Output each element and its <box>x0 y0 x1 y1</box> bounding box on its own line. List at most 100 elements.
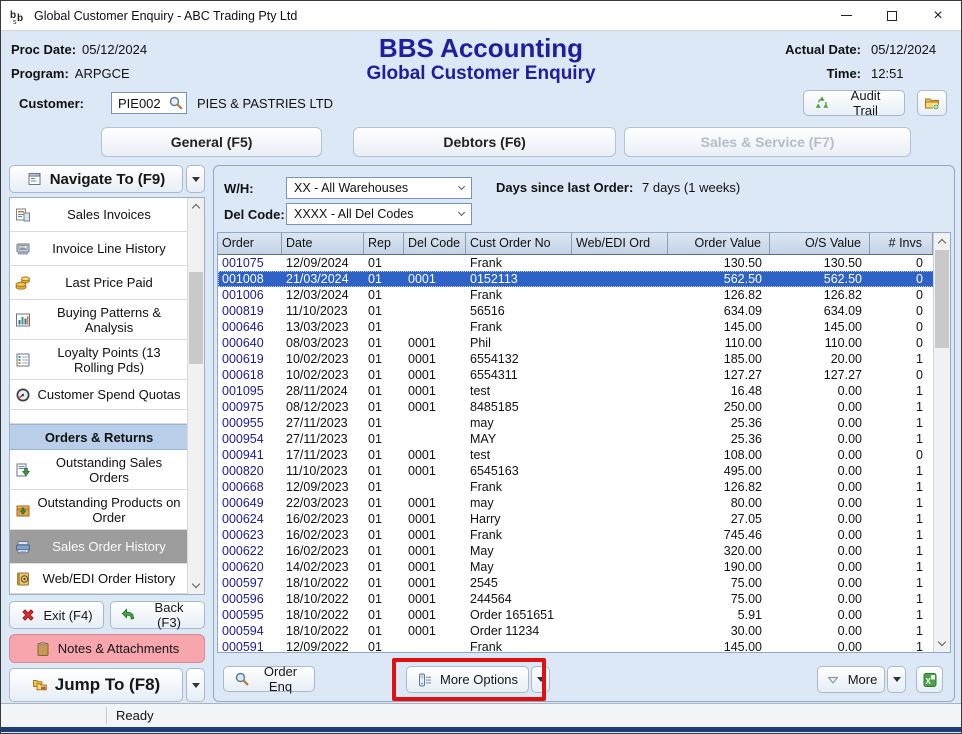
table-cell: 01 <box>364 287 404 303</box>
sidebar-scrollbar[interactable] <box>187 198 204 594</box>
table-row[interactable]: 00107512/09/202401Frank130.50130.500 <box>218 255 950 271</box>
exit-button[interactable]: Exit (F4) <box>9 601 104 629</box>
column-header-os-value[interactable]: O/S Value <box>770 233 870 254</box>
column-header-num-invs[interactable]: # Invs <box>870 233 933 254</box>
search-icon[interactable] <box>168 95 184 111</box>
table-row[interactable]: 00059618/10/202201000124456475.000.001 <box>218 591 950 607</box>
table-row[interactable]: 00095527/11/202301may25.360.001 <box>218 415 950 431</box>
table-cell <box>404 287 466 303</box>
sidebar-item-buying-patterns-analysis[interactable]: Buying Patterns & Analysis <box>10 300 188 340</box>
scrollbar-thumb[interactable] <box>189 272 203 364</box>
table-cell: 0.00 <box>770 399 870 415</box>
minimize-button[interactable] <box>823 1 869 31</box>
sidebar-item-sales-invoices[interactable]: Sales Invoices <box>10 198 188 232</box>
table-row[interactable]: 00059518/10/2022010001Order 16516515.910… <box>218 607 950 623</box>
sidebar-item-customer-spend-quotas[interactable]: Customer Spend Quotas <box>10 380 188 410</box>
sidebar-item-outstanding-products-on-order[interactable]: Outstanding Products on Order <box>10 490 188 530</box>
table-row[interactable]: 00066812/09/202301Frank126.820.001 <box>218 479 950 495</box>
sidebar-item-invoice-line-history[interactable]: Invoice Line History <box>10 232 188 266</box>
jump-to-button[interactable]: Jump To (F8) <box>9 668 183 702</box>
column-header-rep[interactable]: Rep <box>364 233 404 254</box>
table-cell: 30.00 <box>668 623 770 639</box>
back-button[interactable]: Back (F3) <box>110 601 205 629</box>
table-row[interactable]: 00081911/10/20230156516634.09634.090 <box>218 303 950 319</box>
column-header-date[interactable]: Date <box>282 233 364 254</box>
tab-sales-service[interactable]: Sales & Service (F7) <box>624 127 911 157</box>
table-row[interactable]: 00062416/02/2023010001Harry27.050.001 <box>218 511 950 527</box>
table-row[interactable]: 00095427/11/202301MAY25.360.001 <box>218 431 950 447</box>
sidebar-item-label: Customer Spend Quotas <box>37 387 180 402</box>
table-row[interactable]: 00059418/10/2022010001Order 1123430.000.… <box>218 623 950 639</box>
order-enq-button[interactable]: Order Enq <box>223 666 315 692</box>
new-attachment-button[interactable] <box>917 90 947 116</box>
table-cell <box>572 399 668 415</box>
navigate-to-button[interactable]: Navigate To (F9) <box>9 165 183 193</box>
table-row[interactable]: 00061810/02/20230100016554311127.27127.2… <box>218 367 950 383</box>
column-header-del-code[interactable]: Del Code <box>404 233 466 254</box>
customer-input[interactable]: PIE002 <box>111 92 187 114</box>
maximize-button[interactable] <box>869 1 915 31</box>
scroll-up-icon[interactable] <box>934 233 950 249</box>
audit-trail-button[interactable]: Audit Trail <box>803 90 905 116</box>
table-row[interactable]: 00059718/10/2022010001254575.000.001 <box>218 575 950 591</box>
table-cell: Frank <box>466 527 572 543</box>
scroll-down-icon[interactable] <box>934 636 950 652</box>
table-row[interactable]: 00062216/02/2023010001May320.000.001 <box>218 543 950 559</box>
table-row[interactable]: 00064008/03/2023010001Phil110.00110.000 <box>218 335 950 351</box>
close-button[interactable]: × <box>915 1 961 31</box>
column-header-cust-order-no[interactable]: Cust Order No <box>466 233 572 254</box>
warehouse-select[interactable]: XX - All Warehouses <box>286 177 472 199</box>
column-header-web-edi-ord[interactable]: Web/EDI Ord <box>572 233 668 254</box>
table-cell: Order 1651651 <box>466 607 572 623</box>
table-cell: 1 <box>870 351 933 367</box>
tab-debtors[interactable]: Debtors (F6) <box>353 127 616 157</box>
jump-dropdown-button[interactable] <box>186 668 205 702</box>
table-row[interactable]: 00062316/02/2023010001Frank745.460.001 <box>218 527 950 543</box>
sidebar-item-web-edi-order-history[interactable]: Web/EDI Order History <box>10 564 188 594</box>
scrollbar-thumb[interactable] <box>935 250 949 348</box>
table-cell <box>572 575 668 591</box>
more-options-dropdown-button[interactable] <box>531 666 550 693</box>
column-header-order[interactable]: Order <box>218 233 282 254</box>
table-cell: 1 <box>870 399 933 415</box>
sidebar-item-loyalty-points[interactable]: Loyalty Points (13 Rolling Pds) <box>10 340 188 380</box>
table-cell <box>572 383 668 399</box>
days-since-label: Days since last Order: <box>496 180 633 195</box>
table-row[interactable]: 00100612/03/202401Frank126.82126.820 <box>218 287 950 303</box>
table-cell: 1 <box>870 639 933 653</box>
table-row[interactable]: 00064613/03/202301Frank145.00145.000 <box>218 319 950 335</box>
table-cell: 0.00 <box>770 447 870 463</box>
table-scrollbar[interactable] <box>933 233 950 652</box>
table-cell <box>572 511 668 527</box>
table-row[interactable]: 00059112/09/202201Frank145.000.001 <box>218 639 950 653</box>
table-cell: 75.00 <box>668 591 770 607</box>
clipboard-icon <box>35 641 51 657</box>
table-cell <box>404 479 466 495</box>
table-row[interactable]: 00094117/11/2023010001test108.000.000 <box>218 447 950 463</box>
sidebar-item-last-price-paid[interactable]: Last Price Paid <box>10 266 188 300</box>
table-row[interactable]: 00109528/11/2024010001test16.480.001 <box>218 383 950 399</box>
column-header-order-value[interactable]: Order Value <box>668 233 770 254</box>
sidebar-item-outstanding-sales-orders[interactable]: Outstanding Sales Orders <box>10 450 188 490</box>
more-button[interactable]: More <box>817 666 885 693</box>
del-code-select[interactable]: XXXX - All Del Codes <box>286 203 472 225</box>
table-row[interactable]: 00061910/02/20230100016554132185.0020.00… <box>218 351 950 367</box>
notes-attachments-button[interactable]: Notes & Attachments <box>9 634 205 663</box>
table-cell: 80.00 <box>668 495 770 511</box>
table-row[interactable]: 00062014/02/2023010001May190.000.001 <box>218 559 950 575</box>
tab-general[interactable]: General (F5) <box>101 127 322 157</box>
sidebar-item-sales-order-history[interactable]: Sales Order History <box>10 530 188 564</box>
scroll-down-icon[interactable] <box>188 578 204 594</box>
table-cell: 562.50 <box>770 271 870 287</box>
table-row[interactable]: 00100821/03/20240100010152113562.50562.5… <box>218 271 950 287</box>
more-dropdown-button[interactable] <box>887 666 906 693</box>
table-cell: 1 <box>870 511 933 527</box>
export-excel-button[interactable]: X <box>916 666 943 693</box>
table-row[interactable]: 00064922/03/2023010001may80.000.001 <box>218 495 950 511</box>
table-row[interactable]: 00082011/10/20230100016545163495.000.001 <box>218 463 950 479</box>
table-row[interactable]: 00097508/12/20230100018485185250.000.001 <box>218 399 950 415</box>
navigate-dropdown-button[interactable] <box>186 165 205 193</box>
more-options-button[interactable]: More Options <box>406 666 529 693</box>
customer-name: PIES & PASTRIES LTD <box>197 96 333 111</box>
scroll-up-icon[interactable] <box>188 198 204 214</box>
